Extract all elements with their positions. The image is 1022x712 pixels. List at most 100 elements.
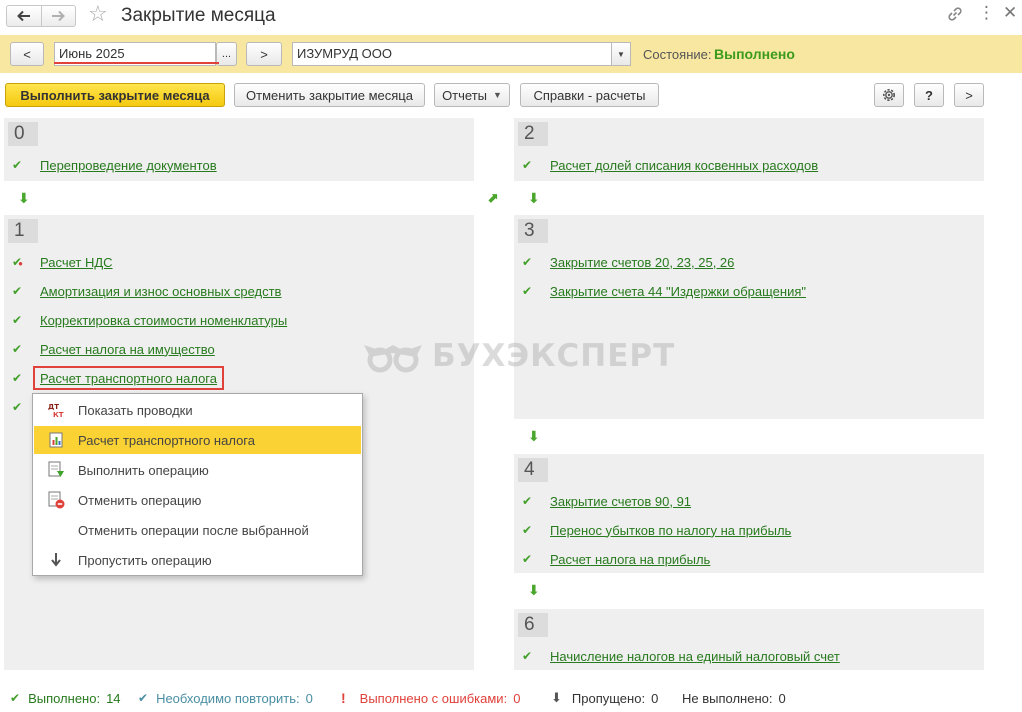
check-icon: ✔ xyxy=(522,158,533,172)
operation-item[interactable]: ✔ Расчет налога на прибыль xyxy=(522,550,710,568)
page-title: Закрытие месяца xyxy=(121,5,276,26)
operation-item[interactable]: ✔ Корректировка стоимости номенклатуры xyxy=(12,311,287,329)
menu-item-transport-tax-report[interactable]: Расчет транспортного налога xyxy=(34,426,361,454)
operation-item[interactable]: ✔● Расчет НДС xyxy=(12,253,113,271)
operation-item[interactable]: ✔ Закрытие счетов 90, 91 xyxy=(522,492,691,510)
stage-3-panel: 3 ✔ Закрытие счетов 20, 23, 25, 26 ✔ Зак… xyxy=(514,215,984,419)
operation-link[interactable]: Закрытие счета 44 "Издержки обращения" xyxy=(550,284,806,299)
stage-number: 6 xyxy=(518,613,548,637)
help-button[interactable]: ? xyxy=(914,83,944,107)
reports-button[interactable]: Отчеты ▼ xyxy=(434,83,510,107)
menu-item-label: Показать проводки xyxy=(78,402,193,418)
link-icon[interactable] xyxy=(945,4,965,24)
menu-item-label: Пропустить операцию xyxy=(78,552,212,568)
operation-link[interactable]: Закрытие счетов 20, 23, 25, 26 xyxy=(550,255,734,270)
operation-link[interactable]: Расчет налога на прибыль xyxy=(550,552,710,567)
menu-item-execute-operation[interactable]: Выполнить операцию xyxy=(34,456,361,484)
skip-arrow-icon xyxy=(34,552,78,568)
operation-item[interactable]: ✔ Закрытие счета 44 "Издержки обращения" xyxy=(522,282,806,300)
operation-link[interactable]: Амортизация и износ основных средств xyxy=(40,284,281,299)
status-errors: ! Выполнено с ошибками: 0 xyxy=(341,690,520,706)
status-skipped-count: 0 xyxy=(651,690,659,706)
operation-item[interactable]: ✔ Закрытие счетов 20, 23, 25, 26 xyxy=(522,253,734,271)
context-menu: ДТ КТ Показать проводки Расчет транспорт… xyxy=(32,393,363,576)
stage-4-panel: 4 ✔ Закрытие счетов 90, 91 ✔ Перенос убы… xyxy=(514,454,984,573)
menu-item-label: Отменить операцию xyxy=(78,492,202,508)
watermark-text: БУХЭКСПЕРТ xyxy=(432,338,676,374)
stage-number: 2 xyxy=(518,122,548,146)
operation-item[interactable]: ✔ Перепроведение документов xyxy=(12,156,217,174)
chevron-down-icon: ▼ xyxy=(493,90,502,100)
prev-period-button[interactable]: < xyxy=(10,42,44,66)
check-outline-icon: ✔ xyxy=(138,691,149,705)
menu-item-label: Расчет транспортного налога xyxy=(78,432,255,448)
stage-6-panel: 6 ✔ Начисление налогов на единый налогов… xyxy=(514,609,984,670)
check-icon: ✔ xyxy=(522,523,533,537)
status-errors-count: 0 xyxy=(513,690,521,706)
check-icon: ✔ xyxy=(12,342,23,356)
operation-item[interactable]: ✔ Расчет долей списания косвенных расход… xyxy=(522,156,818,174)
operation-item[interactable]: ✔ Расчет налога на имущество xyxy=(12,340,215,358)
back-button[interactable] xyxy=(7,6,41,26)
stage-number: 4 xyxy=(518,458,548,482)
cancel-close-button[interactable]: Отменить закрытие месяца xyxy=(234,83,425,107)
stage-number: 0 xyxy=(8,122,38,146)
exclamation-icon: ! xyxy=(341,690,346,706)
operation-link[interactable]: Расчет долей списания косвенных расходов xyxy=(550,158,818,173)
stage-0-panel: 0 ✔ Перепроведение документов xyxy=(4,118,474,181)
more-vertical-icon[interactable]: ⋮ xyxy=(978,2,995,26)
report-icon xyxy=(34,432,78,448)
operation-link[interactable]: Закрытие счетов 90, 91 xyxy=(550,494,691,509)
status-not-done: Не выполнено: 0 xyxy=(682,690,786,706)
gear-icon xyxy=(883,89,895,101)
operation-link[interactable]: Корректировка стоимости номенклатуры xyxy=(40,313,287,328)
operation-link[interactable]: Расчет налога на имущество xyxy=(40,342,215,357)
execute-operation-icon xyxy=(34,461,78,479)
execute-close-button[interactable]: Выполнить закрытие месяца xyxy=(5,83,225,107)
status-repeat: ✔ Необходимо повторить: 0 xyxy=(138,690,313,706)
skip-arrow-icon: ⬇ xyxy=(551,690,562,705)
operation-link[interactable]: Перенос убытков по налогу на прибыль xyxy=(550,523,791,538)
operation-link[interactable]: Перепроведение документов xyxy=(40,158,217,173)
operation-item[interactable]: ✔ Амортизация и износ основных средств xyxy=(12,282,281,300)
svg-text:КТ: КТ xyxy=(53,411,64,418)
status-repeat-count: 0 xyxy=(305,690,313,706)
operation-link[interactable]: Расчет НДС xyxy=(40,255,113,270)
menu-item-cancel-operation[interactable]: Отменить операцию xyxy=(34,486,361,514)
settings-button[interactable] xyxy=(874,83,904,107)
star-icon[interactable]: ☆ xyxy=(88,2,108,26)
arrow-right-icon xyxy=(52,10,66,22)
check-icon: ✔ xyxy=(522,255,533,269)
operation-item[interactable]: ✔ Начисление налогов на единый налоговый… xyxy=(522,647,840,665)
status-skipped-label: Пропущено: xyxy=(571,690,646,706)
arrow-down-icon: ⬇ xyxy=(528,582,540,598)
more-actions-button[interactable]: > xyxy=(954,83,984,107)
svg-text:ДТ: ДТ xyxy=(48,403,59,411)
period-select-button[interactable]: ... xyxy=(216,42,237,66)
menu-item-show-entries[interactable]: ДТ КТ Показать проводки xyxy=(34,396,361,424)
operation-item[interactable]: ✔ Перенос убытков по налогу на прибыль xyxy=(522,521,791,539)
stage-2-panel: 2 ✔ Расчет долей списания косвенных расх… xyxy=(514,118,984,181)
organization-input[interactable]: ИЗУМРУД ООО xyxy=(292,42,612,66)
references-button[interactable]: Справки - расчеты xyxy=(520,83,659,107)
menu-item-cancel-after-selected[interactable]: Отменить операции после выбранной xyxy=(34,516,361,544)
chevron-down-icon: ▼ xyxy=(617,49,625,59)
stage-number: 1 xyxy=(8,219,38,243)
check-icon: ✔ xyxy=(522,649,533,663)
check-icon: ✔ xyxy=(12,313,23,327)
check-icon: ✔ xyxy=(12,158,23,172)
menu-item-skip-operation[interactable]: Пропустить операцию xyxy=(34,546,361,574)
arrow-down-icon: ⬇ xyxy=(528,190,540,206)
next-period-button[interactable]: > xyxy=(246,42,282,66)
highlight-underline xyxy=(54,62,219,64)
check-icon: ✔ xyxy=(12,284,23,298)
check-edit-icon: ✔● xyxy=(12,255,23,269)
check-icon: ✔ xyxy=(522,552,533,566)
organization-dropdown-button[interactable]: ▼ xyxy=(611,42,631,66)
check-icon: ✔ xyxy=(522,494,533,508)
history-nav xyxy=(6,5,76,27)
close-icon[interactable]: ✕ xyxy=(1003,2,1017,26)
operation-link[interactable]: Начисление налогов на единый налоговый с… xyxy=(550,649,840,664)
forward-button[interactable] xyxy=(40,6,76,26)
check-icon: ✔ xyxy=(10,691,21,705)
